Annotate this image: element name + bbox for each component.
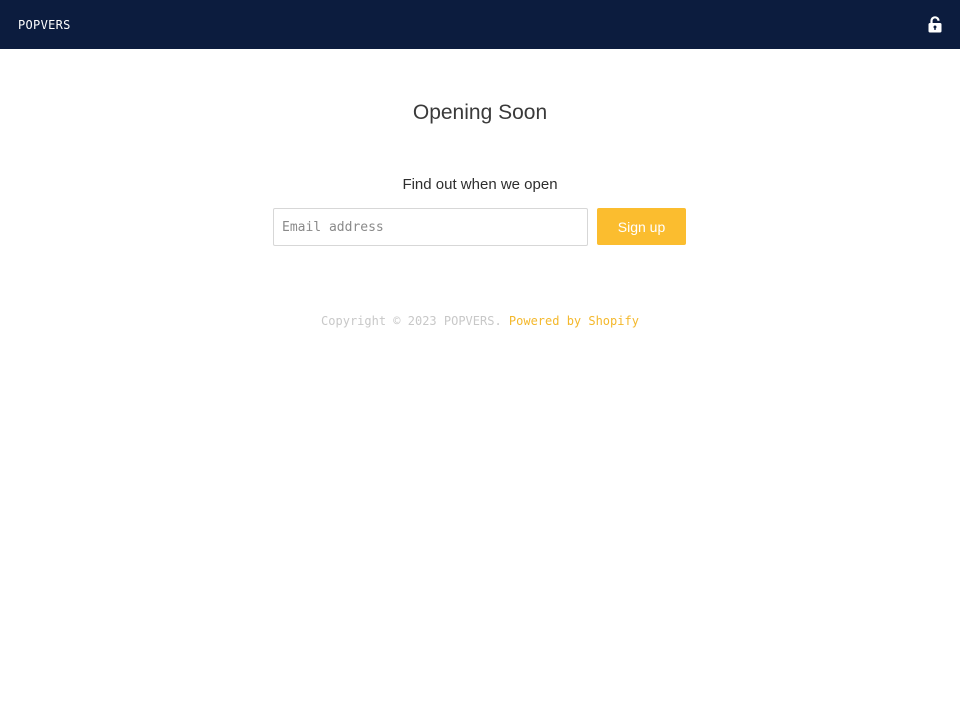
top-bar: POPVERS xyxy=(0,0,960,49)
powered-by-shopify-link[interactable]: Powered by Shopify xyxy=(509,314,639,328)
email-input[interactable] xyxy=(273,208,588,246)
password-lock-button[interactable] xyxy=(926,15,944,35)
newsletter-form: Sign up xyxy=(273,208,687,246)
footer: Copyright © 2023 POPVERS. Powered by Sho… xyxy=(0,313,960,329)
brand-link[interactable]: POPVERS xyxy=(18,18,71,32)
lock-icon xyxy=(928,16,942,33)
sign-up-button[interactable]: Sign up xyxy=(597,208,686,245)
page-title: Opening Soon xyxy=(412,101,548,124)
copyright-text: Copyright © 2023 POPVERS. xyxy=(321,314,509,328)
signup-prompt: Find out when we open xyxy=(402,176,558,193)
